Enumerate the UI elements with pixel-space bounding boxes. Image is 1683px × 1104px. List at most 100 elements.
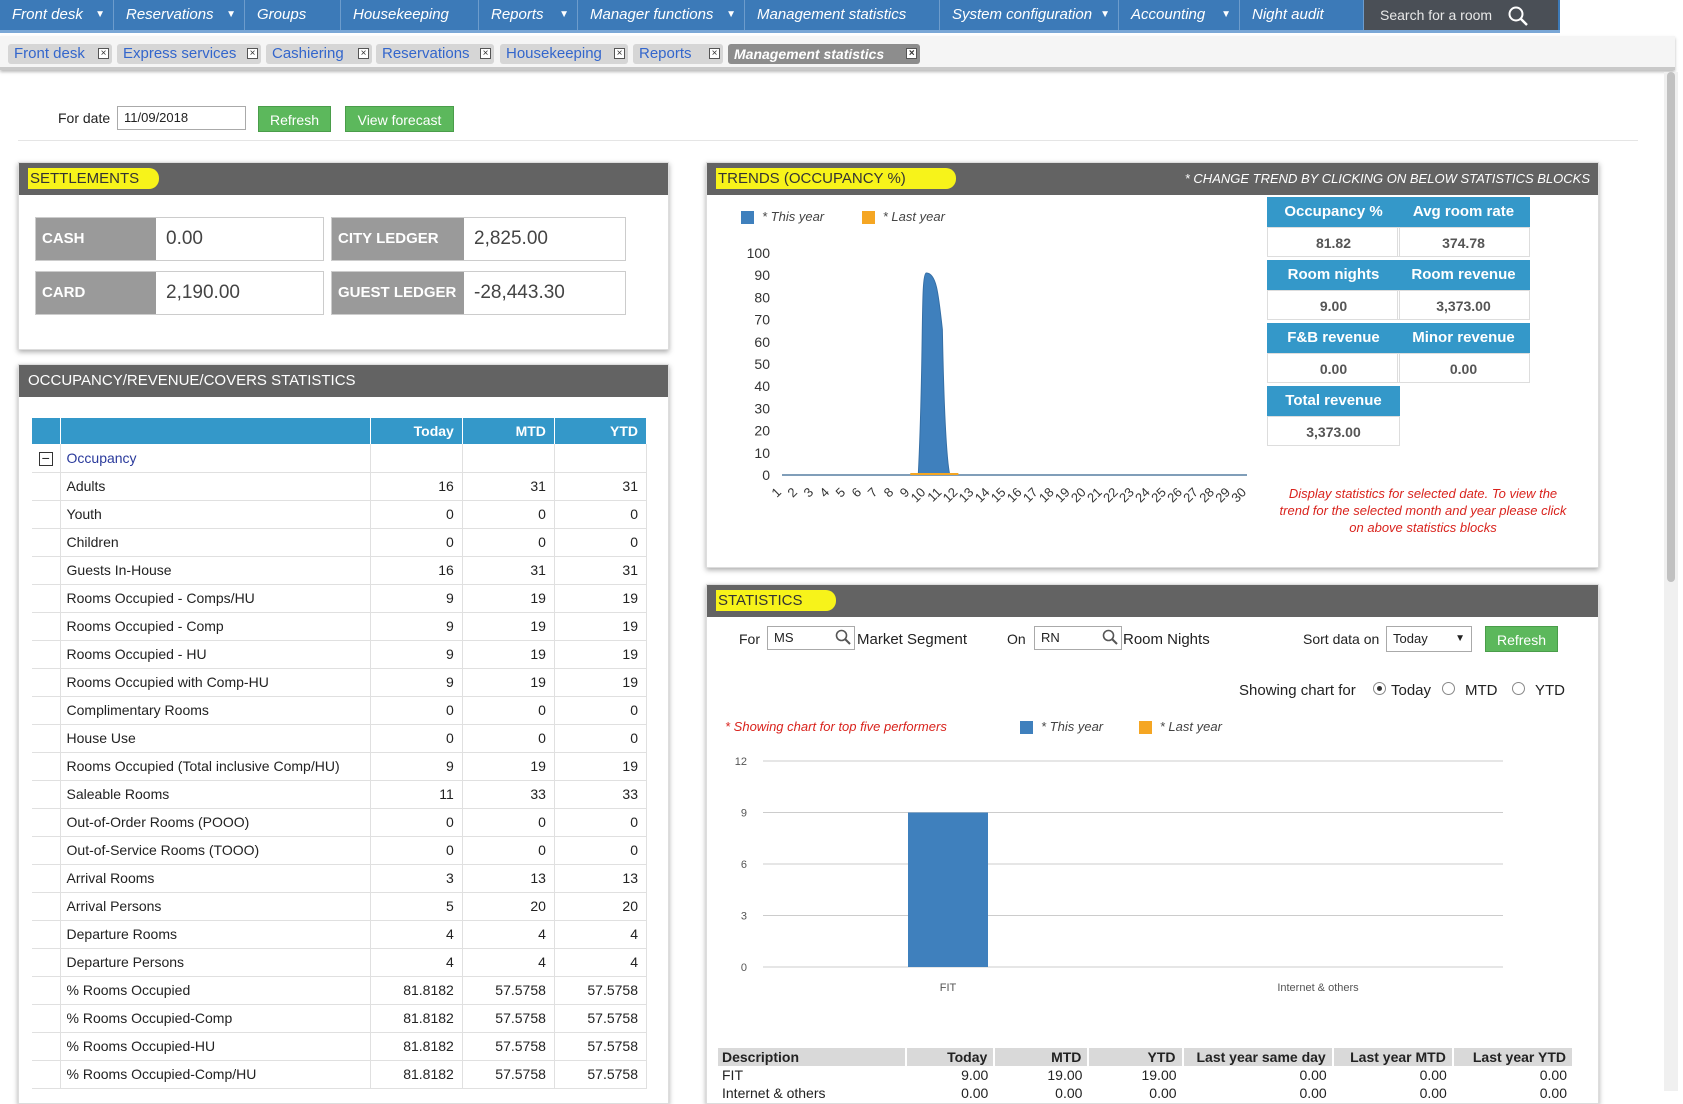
stats-col-header: Last year YTD <box>1452 1048 1575 1066</box>
nav-item-6[interactable]: Management statistics <box>745 0 940 30</box>
statistics-bar-chart[interactable]: 0 3 6 9 12 FIT Internet & others <box>723 745 1583 1035</box>
nav-item-2[interactable]: Groups <box>245 0 341 30</box>
scrollbar-thumb[interactable] <box>1667 72 1675 582</box>
collapse-toggle[interactable]: − <box>32 444 61 473</box>
search-icon[interactable] <box>1508 6 1528 26</box>
row-value: 57.5758 <box>462 1004 555 1033</box>
x-tick-label: 6 <box>849 485 865 501</box>
stat-block-5[interactable]: Minor revenue 0.00 <box>1397 323 1530 383</box>
row-value: 57.5758 <box>462 976 555 1005</box>
nav-item-3[interactable]: Housekeeping <box>341 0 479 30</box>
caret-down-icon[interactable]: ▼ <box>726 0 736 30</box>
row-value: 19 <box>554 668 648 697</box>
city-ledger-label: CITY LEDGER <box>332 218 464 260</box>
y-tick-label: 50 <box>754 356 770 372</box>
series-this-year[interactable] <box>782 272 1247 476</box>
guest-ledger-value: -28,443.30 <box>474 282 565 303</box>
close-icon[interactable]: × <box>480 48 491 59</box>
row-label: Rooms Occupied - HU <box>60 640 371 669</box>
close-icon[interactable]: × <box>906 48 917 59</box>
stats-cell: 0.00 <box>1299 1085 1327 1101</box>
nav-item-4[interactable]: Reports ▼ <box>479 0 578 30</box>
on-desc: Room Nights <box>1123 631 1210 648</box>
stats-col-header: Today <box>906 1048 996 1066</box>
nav-item-9[interactable]: Night audit <box>1240 0 1364 30</box>
caret-down-icon[interactable]: ▼ <box>1100 0 1110 30</box>
row-value: 0 <box>554 528 648 557</box>
close-icon[interactable]: × <box>709 48 720 59</box>
guest-ledger-box: GUEST LEDGER -28,443.30 <box>331 271 626 315</box>
close-icon[interactable]: × <box>614 48 625 59</box>
group-label[interactable]: Occupancy <box>60 444 371 473</box>
search-icon[interactable] <box>835 629 851 648</box>
row-spacer <box>32 1060 61 1089</box>
stats-legend-last-label: * Last year <box>1159 719 1222 734</box>
stat-block-0[interactable]: Occupancy % 81.82 <box>1267 197 1400 257</box>
tab-1[interactable]: Express services × <box>117 44 261 64</box>
stat-block-3[interactable]: Room revenue 3,373.00 <box>1397 260 1530 320</box>
row-label: Adults <box>60 472 371 501</box>
stats-cell: 0.00 <box>961 1085 989 1101</box>
row-spacer <box>32 892 61 921</box>
row-value: 0 <box>554 836 648 865</box>
caret-down-icon[interactable]: ▼ <box>226 0 236 30</box>
row-spacer <box>32 948 61 977</box>
tab-5[interactable]: Reports × <box>633 44 723 64</box>
nav-item-8[interactable]: Accounting ▼ <box>1119 0 1240 30</box>
nav-item-0[interactable]: Front desk ▼ <box>0 0 114 30</box>
radio-mtd[interactable] <box>1442 682 1455 695</box>
stats-cell: 19.00 <box>1047 1067 1083 1083</box>
statistics-refresh-button[interactable]: Refresh <box>1485 626 1558 652</box>
minus-icon[interactable]: − <box>38 451 53 466</box>
stat-block-2[interactable]: Room nights 9.00 <box>1267 260 1400 320</box>
vertical-scrollbar[interactable] <box>1664 72 1678 1091</box>
row-value: 16 <box>370 556 463 585</box>
view-forecast-button[interactable]: View forecast <box>345 106 454 132</box>
nav-item-7[interactable]: System configuration ▼ <box>940 0 1119 30</box>
caret-down-icon[interactable]: ▼ <box>1221 0 1231 30</box>
sort-select[interactable]: Today ▼ <box>1386 626 1472 652</box>
nav-item-5[interactable]: Manager functions ▼ <box>578 0 745 30</box>
tab-0[interactable]: Front desk × <box>8 44 112 64</box>
caret-down-icon[interactable]: ▼ <box>559 0 569 30</box>
tab-2[interactable]: Cashiering × <box>266 44 372 64</box>
table-row: % Rooms Occupied-HU 81.8182 57.5758 57.5758 <box>32 1032 648 1061</box>
close-icon[interactable]: × <box>98 48 109 59</box>
search-icon[interactable] <box>1102 629 1118 648</box>
occupancy-trend-chart[interactable]: 01020304050607080901001 2 3 4 5 6 7 8 9101112131… <box>727 243 1267 543</box>
tab-6[interactable]: Management statistics × <box>728 44 920 64</box>
bar-this-year[interactable] <box>908 812 988 968</box>
occupancy-group-row[interactable]: − Occupancy <box>32 444 648 473</box>
refresh-button[interactable]: Refresh <box>258 106 331 132</box>
occupancy-header: OCCUPANCY/REVENUE/COVERS STATISTICS <box>19 365 668 397</box>
row-value: 57.5758 <box>554 976 648 1005</box>
row-value: 31 <box>554 472 648 501</box>
stat-block-1[interactable]: Avg room rate 374.78 <box>1397 197 1530 257</box>
stats-col-header: Last year same day <box>1182 1048 1334 1066</box>
table-row: Out-of-Service Rooms (TOOO) 0 0 0 <box>32 836 648 865</box>
header-name <box>60 418 371 444</box>
stat-block-4[interactable]: F&B revenue 0.00 <box>1267 323 1400 383</box>
radio-today[interactable] <box>1373 682 1386 695</box>
row-value: 20 <box>462 892 555 921</box>
tab-label: Express services <box>123 45 237 62</box>
nav-item-1[interactable]: Reservations ▼ <box>114 0 245 30</box>
tab-3[interactable]: Reservations × <box>376 44 494 64</box>
radio-ytd[interactable] <box>1512 682 1525 695</box>
row-value: 81.8182 <box>370 1004 463 1033</box>
row-value: 57.5758 <box>554 1060 648 1089</box>
close-icon[interactable]: × <box>358 48 369 59</box>
caret-down-icon[interactable]: ▼ <box>95 0 105 30</box>
row-value: 0 <box>370 696 463 725</box>
row-value: 0 <box>370 808 463 837</box>
close-icon[interactable]: × <box>247 48 258 59</box>
sort-select-value: Today <box>1393 631 1428 646</box>
row-value: 19 <box>462 668 555 697</box>
tab-4[interactable]: Housekeeping × <box>500 44 628 64</box>
row-value: 31 <box>462 472 555 501</box>
search-room[interactable]: Search for a room <box>1364 0 1558 30</box>
stat-block-6[interactable]: Total revenue 3,373.00 <box>1267 386 1400 446</box>
for-date-input[interactable]: 11/09/2018 <box>117 106 246 130</box>
header-ytd: YTD <box>554 418 648 444</box>
stats-cell: 0.00 <box>1419 1067 1447 1083</box>
